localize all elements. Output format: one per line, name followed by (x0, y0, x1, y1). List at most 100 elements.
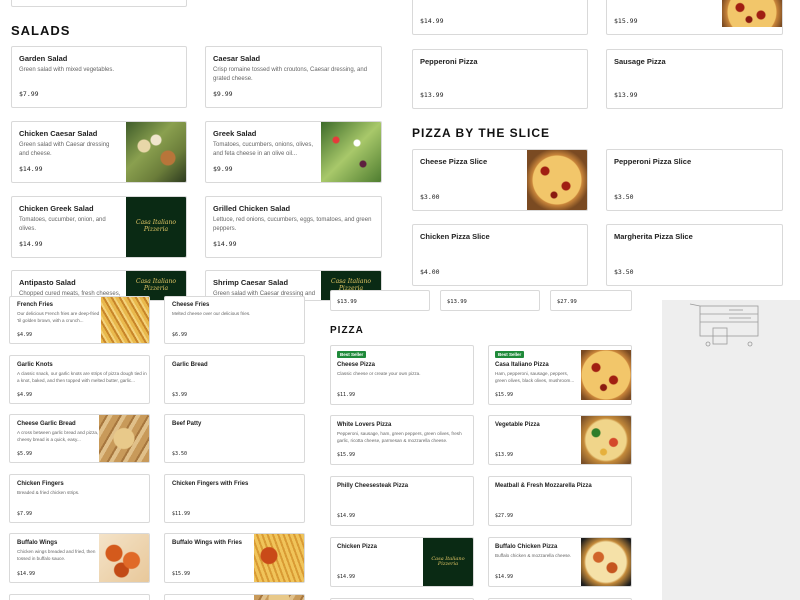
menu-card-cheese-pizza-slice[interactable]: Cheese Pizza Slice $3.00 (412, 149, 588, 211)
menu-card-buffalo-chicken-pizza[interactable]: Buffalo Chicken Pizza Buffalo chicken & … (488, 537, 632, 587)
menu-card-chicken-fingers[interactable]: Chicken Fingers Breaded & fried chicken … (9, 474, 150, 523)
menu-card-cheese-fries[interactable]: Cheese Fries Melted cheese over our deli… (164, 296, 305, 344)
menu-card-buffalo-wings[interactable]: Buffalo Wings Chicken wings breaded and … (9, 533, 150, 583)
item-name: Shrimp Caesar Salad (213, 278, 289, 287)
item-price: $14.99 (420, 17, 444, 25)
item-price: $15.99 (172, 571, 191, 577)
menu-card-chicken-fingers-with-fries[interactable]: Chicken Fingers with Fries $11.99 (164, 474, 305, 523)
menu-card-chicken-greek-salad[interactable]: Chicken Greek Salad Tomatoes, cucumber, … (11, 196, 187, 258)
menu-card-garlic-knots[interactable]: Garlic Knots A classic snack, our garlic… (9, 355, 150, 404)
item-price: $4.00 (420, 268, 440, 276)
item-description: Classic cheese or create your own pizza. (337, 371, 421, 376)
item-name: Cheese Fries (172, 302, 210, 308)
menu-card-caesar-salad[interactable]: Caesar Salad Crisp romaine tossed with c… (205, 46, 382, 108)
item-price: $5.99 (17, 451, 33, 457)
empty-cart-area (662, 300, 800, 600)
item-price: $3.00 (420, 193, 440, 201)
item-description: Melted cheese over our delicious fries. (172, 311, 251, 316)
menu-card-sausage-pizza[interactable]: Sausage Pizza $13.99 (606, 49, 783, 109)
item-price: $7.99 (19, 90, 39, 98)
menu-card-chicken-pizza-slice[interactable]: Chicken Pizza Slice $4.00 (412, 224, 588, 286)
item-price: $15.99 (337, 452, 356, 458)
item-name: Chicken Fingers with Fries (172, 481, 249, 487)
item-price: $11.99 (337, 392, 356, 398)
menu-card-grilled-chicken-salad[interactable]: Grilled Chicken Salad Lettuce, red onion… (205, 196, 382, 258)
item-name: Buffalo Wings (17, 540, 58, 546)
item-description: A cross between garlic bread and pizza, … (17, 430, 99, 442)
menu-card-cheese-pizza[interactable]: Best Seller Cheese Pizza Classic cheese … (330, 345, 474, 405)
item-description: Tomatoes, cucumber, onion, and olives. (19, 217, 106, 232)
restaurant-logo-image: Casa Italiano Pizzeria (126, 197, 186, 257)
item-description: Green salad with mixed vegetables. (19, 67, 115, 73)
item-name: Chicken Fingers (17, 481, 64, 487)
item-name: Garlic Knots (17, 362, 53, 368)
restaurant-logo-image: Casa Italiano Pizzeria (423, 538, 473, 586)
item-price: $9.99 (213, 90, 233, 98)
menu-card-white-lovers-pizza[interactable]: White Lovers Pizza Pepperoni, sausage, h… (330, 415, 474, 465)
menu-card-stub[interactable]: $13.99 (330, 290, 430, 311)
item-price: $14.99 (19, 240, 43, 248)
menu-card-garden-salad[interactable]: Garden Salad Green salad with mixed vege… (11, 46, 187, 108)
item-price: $15.99 (614, 17, 638, 25)
menu-card-stub[interactable]: $13.99 (440, 290, 540, 311)
menu-card-partial[interactable] (164, 594, 305, 600)
item-description: Ham, pepperoni, sausage, peppers, green … (495, 371, 575, 383)
menu-card-pepperoni-pizza[interactable]: Pepperoni Pizza $13.99 (412, 49, 588, 109)
item-name: French Fries (17, 302, 54, 308)
item-name: Greek Salad (213, 129, 257, 138)
item-description: Crisp romaine tossed with croutons, Caes… (213, 67, 368, 82)
item-name: Buffalo Chicken Pizza (495, 544, 558, 550)
item-description: Breaded & fried chicken strips. (17, 490, 80, 495)
item-price: $7.99 (17, 511, 33, 517)
logo-text: Casa Italiano Pizzeria (136, 219, 176, 233)
item-price: $9.99 (213, 165, 233, 173)
item-description: Lettuce, red onions, cucumbers, eggs, to… (213, 217, 372, 232)
menu-card-philly-cheesesteak-pizza[interactable]: Philly Cheesesteak Pizza $14.99 (330, 476, 474, 526)
item-name: Pepperoni Pizza Slice (614, 157, 692, 166)
greek-salad-photo (321, 122, 381, 182)
item-name: Caesar Salad (213, 54, 261, 63)
item-price: $27.99 (495, 513, 514, 519)
empty-cart-illustration-icon (689, 303, 759, 347)
item-name: Cheese Garlic Bread (17, 421, 76, 427)
casa-italiano-pizza-photo (581, 350, 631, 400)
section-title-salads: SALADS (11, 23, 71, 38)
menu-card-greek-salad[interactable]: Greek Salad Tomatoes, cucumbers, onions,… (205, 121, 382, 183)
item-description: Chicken wings breaded and fried, then to… (17, 549, 96, 561)
menu-card[interactable]: $15.99 (606, 0, 783, 35)
menu-card-buffalo-wings-with-fries[interactable]: Buffalo Wings with Fries $15.99 (164, 533, 305, 583)
menu-card-casa-italiano-pizza[interactable]: Best Seller Casa Italiano Pizza Ham, pep… (488, 345, 632, 405)
item-name: Chicken Greek Salad (19, 204, 94, 213)
menu-card-stub[interactable] (11, 0, 187, 7)
item-name: Pepperoni Pizza (420, 57, 478, 66)
item-price: $3.50 (614, 193, 634, 201)
menu-card-beef-patty[interactable]: Beef Patty $3.50 (164, 414, 305, 463)
menu-card-chicken-caesar-salad[interactable]: Chicken Caesar Salad Green salad with Ca… (11, 121, 187, 183)
item-price: $3.50 (614, 268, 634, 276)
item-name: Cheese Pizza (337, 362, 376, 368)
menu-card-chicken-pizza[interactable]: Chicken Pizza $14.99 Casa Italiano Pizze… (330, 537, 474, 587)
item-price: $4.99 (17, 392, 33, 398)
item-price: $14.99 (19, 165, 43, 173)
menu-card-french-fries[interactable]: French Fries Our delicious French fries … (9, 296, 150, 344)
menu-card-meatball-mozzarella-pizza[interactable]: Meatball & Fresh Mozzarella Pizza $27.99 (488, 476, 632, 526)
item-name: Antipasto Salad (19, 278, 76, 287)
item-description: Buffalo chicken & mozzarella cheese. (495, 553, 572, 558)
menu-card-partial[interactable] (9, 594, 150, 600)
item-name: Grilled Chicken Salad (213, 204, 291, 213)
item-name: Garlic Bread (172, 362, 208, 368)
menu-card-stub[interactable]: $27.99 (550, 290, 632, 311)
item-price: $13.99 (337, 299, 357, 305)
item-name: Buffalo Wings with Fries (172, 540, 242, 546)
menu-card[interactable]: $14.99 (412, 0, 588, 35)
item-name: Beef Patty (172, 421, 202, 427)
item-name: Vegetable Pizza (495, 422, 540, 428)
item-price: $14.99 (337, 513, 356, 519)
menu-card-garlic-bread[interactable]: Garlic Bread $3.99 (164, 355, 305, 404)
menu-card-vegetable-pizza[interactable]: Vegetable Pizza $13.99 (488, 415, 632, 465)
menu-card-pepperoni-pizza-slice[interactable]: Pepperoni Pizza Slice $3.50 (606, 149, 783, 211)
menu-card-margherita-pizza-slice[interactable]: Margherita Pizza Slice $3.50 (606, 224, 783, 286)
item-name: Chicken Pizza (337, 544, 378, 550)
menu-card-cheese-garlic-bread[interactable]: Cheese Garlic Bread A cross between garl… (9, 414, 150, 463)
item-description: Tomatoes, cucumbers, onions, olives, and… (213, 142, 314, 157)
